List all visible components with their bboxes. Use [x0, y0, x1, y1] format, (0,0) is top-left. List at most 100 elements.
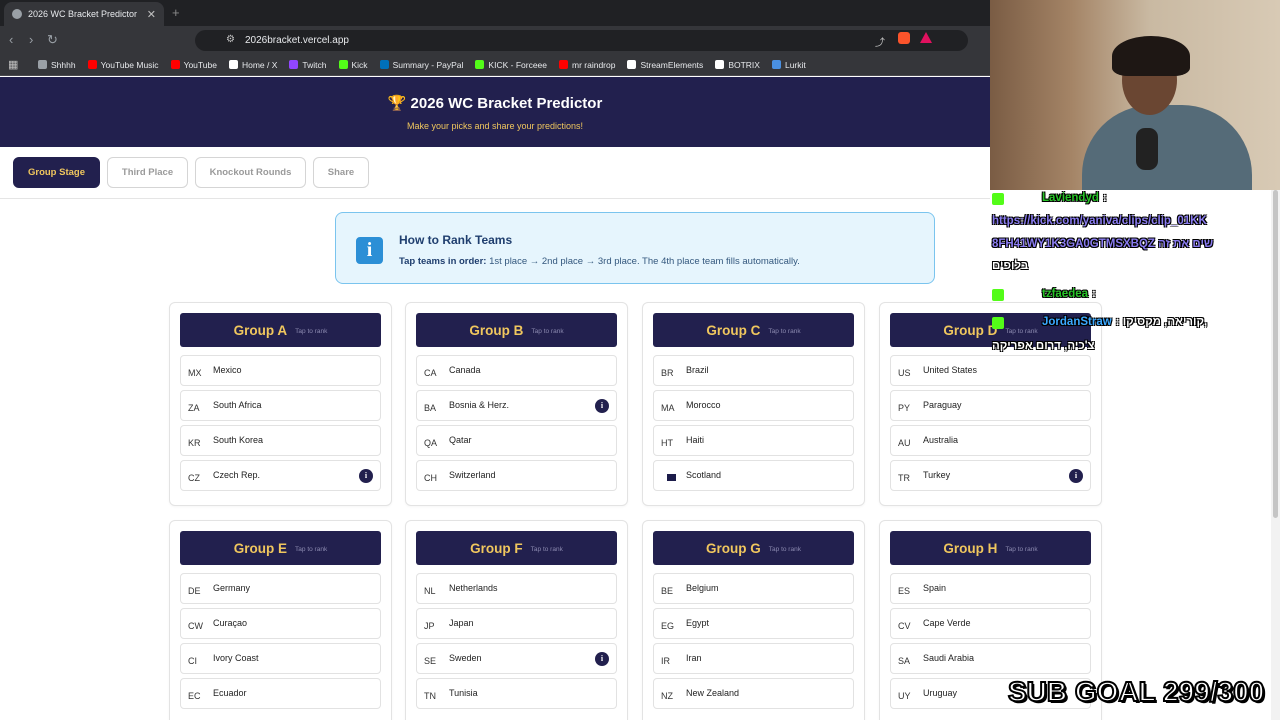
tap-to-rank-hint: Tap to rank	[531, 328, 564, 335]
tap-to-rank-hint: Tap to rank	[768, 328, 801, 335]
browser-tab-bar: 2026 WC Bracket Predictor ✕ +	[0, 0, 990, 26]
browser-toolbar: ‹ › ↻ ▯ ⚙ 2026bracket.vercel.app ⤴	[0, 26, 990, 54]
bookmark-item[interactable]: KICK - Forceee	[475, 60, 547, 70]
team-row[interactable]: PY Paraguay	[890, 390, 1091, 421]
team-row[interactable]: NZ New Zealand	[653, 678, 854, 709]
team-row[interactable]: ZA South Africa	[180, 390, 381, 421]
forward-icon[interactable]: ›	[29, 32, 33, 47]
tab-third-place[interactable]: Third Place	[107, 157, 188, 188]
team-row[interactable]: HT Haiti	[653, 425, 854, 456]
close-icon[interactable]: ✕	[147, 8, 156, 21]
team-row[interactable]: MA Morocco	[653, 390, 854, 421]
team-info-icon[interactable]: i	[595, 399, 609, 413]
chat-text: : קוריאה, מקסיקו,	[1115, 316, 1208, 328]
team-row[interactable]: MX Mexico	[180, 355, 381, 386]
team-code: BR	[661, 368, 674, 378]
group-card: Group B Tap to rank CA Canada BA Bosnia & Her…	[405, 302, 628, 506]
info-heading: How to Rank Teams	[399, 233, 513, 247]
team-name: Mexico	[213, 365, 242, 375]
bookmark-item[interactable]: Summary - PayPal	[379, 60, 463, 70]
team-row[interactable]: BE Belgium	[653, 573, 854, 604]
team-name: Canada	[449, 365, 481, 375]
team-row[interactable]: Scotland	[653, 460, 854, 491]
address-bar[interactable]: ⚙ 2026bracket.vercel.app ⤴	[195, 30, 968, 51]
bookmark-item[interactable]: Home / X	[228, 59, 278, 70]
bookmark-item[interactable]: BOTRIX	[715, 60, 760, 70]
team-code: QA	[424, 438, 438, 448]
tab-share[interactable]: Share	[313, 157, 369, 188]
browser-tab[interactable]: 2026 WC Bracket Predictor ✕	[4, 2, 164, 26]
bookmark-item[interactable]: StreamElements	[627, 60, 703, 70]
team-row[interactable]: KR South Korea	[180, 425, 381, 456]
bookmark-item[interactable]: Shhhh	[38, 60, 76, 70]
group-card: Group C Tap to rank BR Brazil MA Morocco HT Hai…	[642, 302, 865, 506]
tab-knockout-rounds[interactable]: Knockout Rounds	[195, 157, 306, 188]
team-row[interactable]: CA Canada	[416, 355, 617, 386]
info-text: Tap teams in order: 1st place → 2nd plac…	[399, 256, 800, 267]
bookmark-item[interactable]: mr raindrop	[559, 60, 615, 70]
bookmark-item[interactable]: YouTube	[170, 59, 217, 70]
team-row[interactable]: TR Turkey i	[890, 460, 1091, 491]
info-body: 1st place → 2nd place → 3rd place. The 4…	[486, 256, 800, 267]
tab-group-stage[interactable]: Group Stage	[13, 157, 100, 188]
back-icon[interactable]: ‹	[9, 32, 13, 47]
team-row[interactable]: QA Qatar	[416, 425, 617, 456]
team-code: CZ	[188, 473, 200, 483]
team-name: New Zealand	[686, 688, 740, 698]
team-row[interactable]: SA Saudi Arabia	[890, 643, 1091, 674]
team-row[interactable]: AU Australia	[890, 425, 1091, 456]
team-name: Ecuador	[213, 688, 247, 698]
kick-badge-icon	[992, 317, 1004, 329]
team-row[interactable]: JP Japan	[416, 608, 617, 639]
chat-message: 8FH41WY1K3GA0GTMSXBQZ שים את זה	[992, 238, 1213, 250]
tap-to-rank-hint: Tap to rank	[1005, 546, 1038, 553]
team-row[interactable]: SE Sweden i	[416, 643, 617, 674]
team-row[interactable]: ES Spain	[890, 573, 1091, 604]
team-code: CV	[898, 621, 911, 631]
team-name: Japan	[449, 618, 474, 628]
team-row[interactable]: CV Cape Verde	[890, 608, 1091, 639]
team-row[interactable]: CW Curaçao	[180, 608, 381, 639]
team-info-icon[interactable]: i	[1069, 469, 1083, 483]
bookmark-item[interactable]: Kick	[338, 60, 368, 70]
team-row[interactable]: DE Germany	[180, 573, 381, 604]
team-row[interactable]: EG Egypt	[653, 608, 854, 639]
team-row[interactable]: NL Netherlands	[416, 573, 617, 604]
team-row[interactable]: CZ Czech Rep. i	[180, 460, 381, 491]
team-code: BE	[661, 586, 674, 596]
bookmark-label: mr raindrop	[572, 59, 616, 70]
apps-grid-icon[interactable]: ▦	[8, 58, 20, 71]
bookmark-label: YouTube	[183, 59, 217, 70]
chat-message: JordanStraw: קוריאה, מקסיקו,	[992, 316, 1208, 329]
team-row[interactable]: CI Ivory Coast	[180, 643, 381, 674]
team-row[interactable]: CH Switzerland	[416, 460, 617, 491]
team-info-icon[interactable]: i	[359, 469, 373, 483]
team-row[interactable]: IR Iran	[653, 643, 854, 674]
rewards-icon[interactable]	[920, 32, 932, 43]
bookmark-item[interactable]: YouTube Music	[87, 60, 159, 70]
scotland-flag-icon	[667, 474, 676, 481]
bookmark-item[interactable]: Lurkit	[771, 60, 806, 70]
bookmark-favicon-icon	[228, 60, 238, 69]
team-info-icon[interactable]: i	[595, 652, 609, 666]
team-row[interactable]: TN Tunisia	[416, 678, 617, 709]
tap-to-rank-hint: Tap to rank	[295, 328, 328, 335]
team-row[interactable]: BA Bosnia & Herz. i	[416, 390, 617, 421]
chat-text: :	[1092, 288, 1096, 300]
team-row[interactable]: BR Brazil	[653, 355, 854, 386]
bookmark-label: Home / X	[241, 59, 278, 70]
team-name: Morocco	[686, 400, 721, 410]
chat-message: https://kick.com/yaniva/clips/clip_01KK	[992, 215, 1207, 227]
brave-shield-icon[interactable]	[898, 32, 910, 44]
team-name: Brazil	[686, 365, 709, 375]
team-name: Saudi Arabia	[923, 653, 975, 663]
bookmark-label: BOTRIX	[728, 59, 760, 70]
share-icon[interactable]: ⤴	[875, 34, 885, 49]
stream-chat: Laviendyd: https://kick.com/yaniva/clips/…	[990, 190, 1280, 360]
reload-icon[interactable]: ↻	[47, 32, 58, 48]
new-tab-icon[interactable]: +	[172, 5, 180, 20]
bookmark-item[interactable]: Twitch	[289, 60, 327, 70]
site-info-icon[interactable]: ⚙	[226, 34, 235, 45]
team-row[interactable]: EC Ecuador	[180, 678, 381, 709]
webcam-overlay	[990, 0, 1280, 190]
